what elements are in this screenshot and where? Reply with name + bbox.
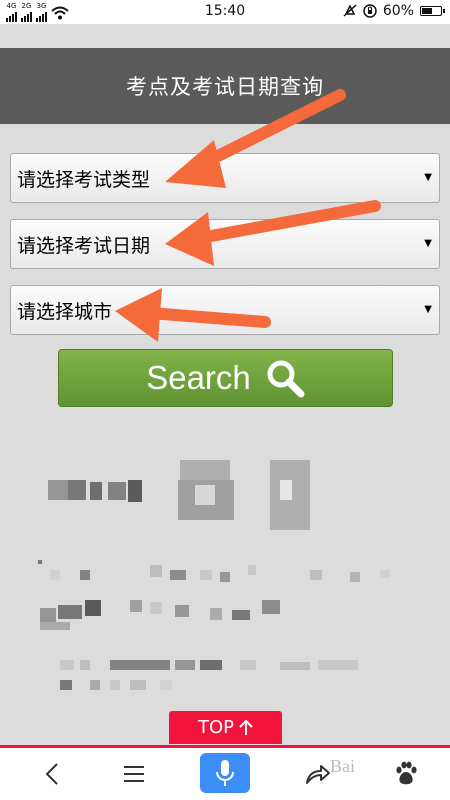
pixel-block [80, 660, 90, 670]
pixel-block [108, 482, 126, 500]
pixel-block [90, 482, 102, 500]
pixel-block [380, 570, 390, 578]
pixel-block [90, 680, 100, 690]
exam-type-select-label: 请选择考试类型 [17, 168, 151, 191]
back-to-top-button[interactable]: TOP [169, 711, 282, 744]
pixel-block [220, 572, 230, 582]
pixel-block [200, 570, 212, 580]
pixel-block [160, 680, 172, 690]
dropdown-caret-icon: ▼ [424, 172, 432, 183]
pixel-block [310, 570, 322, 580]
search-button-label: Search [146, 359, 251, 396]
pixel-block [150, 565, 162, 577]
exam-date-select[interactable]: 请选择考试日期 ▼ [10, 219, 440, 269]
pixel-block [210, 608, 222, 620]
paw-icon [396, 761, 417, 785]
back-button[interactable] [30, 748, 74, 800]
share-icon [306, 765, 330, 784]
search-button[interactable]: Search [58, 349, 393, 407]
battery-percent: 60% [382, 3, 414, 19]
dropdown-caret-icon: ▼ [424, 304, 432, 315]
pixel-block [232, 610, 250, 620]
exam-date-select-label: 请选择考试日期 [17, 234, 151, 257]
pixel-block [110, 680, 120, 690]
pixelated-content [0, 440, 450, 710]
menu-button[interactable] [112, 748, 156, 800]
pixel-block [128, 480, 142, 502]
pixel-block [175, 660, 195, 670]
pixel-block [58, 605, 82, 619]
pixel-block [200, 660, 222, 670]
status-bar: 4G 2G 3G 15:40 60% [0, 0, 450, 24]
pixel-block [40, 622, 70, 630]
pixel-block [48, 480, 68, 500]
pixel-block [195, 485, 215, 505]
menu-icon [124, 766, 144, 782]
city-select[interactable]: 请选择城市 ▼ [10, 285, 440, 335]
pixel-block [170, 570, 186, 580]
exam-type-select[interactable]: 请选择考试类型 ▼ [10, 153, 440, 203]
battery-icon [420, 6, 445, 16]
baidu-watermark: Bai [330, 756, 355, 776]
pixel-block [350, 572, 360, 582]
browser-bottom-bar: Bai [0, 745, 450, 800]
dropdown-caret-icon: ▼ [424, 238, 432, 249]
pixel-block [280, 662, 310, 670]
back-icon [45, 763, 58, 785]
pixel-block [280, 480, 292, 500]
pixel-block [130, 600, 142, 612]
pixel-block [318, 660, 358, 670]
do-not-disturb-icon [343, 4, 357, 17]
pixel-block [60, 680, 72, 690]
pixel-block [85, 600, 101, 616]
pixel-block [262, 600, 280, 614]
baidu-button[interactable] [386, 748, 426, 800]
pixel-block [248, 565, 256, 575]
status-right: 60% [343, 3, 445, 19]
pixel-block [68, 480, 86, 500]
voice-search-button[interactable] [200, 753, 250, 793]
rotation-lock-icon [363, 4, 377, 18]
pixel-block [38, 560, 42, 564]
pixel-block [175, 605, 189, 617]
city-select-label: 请选择城市 [17, 300, 113, 323]
arrow-up-icon [239, 719, 253, 735]
magnifier-icon [267, 360, 305, 398]
pixel-block [50, 570, 60, 580]
pixel-block [60, 660, 74, 670]
top-button-label: TOP [197, 717, 235, 738]
pixel-block [110, 660, 170, 670]
page-title: 考点及考试日期查询 [0, 48, 450, 124]
mic-icon [216, 760, 234, 786]
pixel-block [130, 680, 146, 690]
pixel-block [80, 570, 90, 580]
pixel-block [240, 660, 256, 670]
pixel-block [150, 602, 162, 614]
